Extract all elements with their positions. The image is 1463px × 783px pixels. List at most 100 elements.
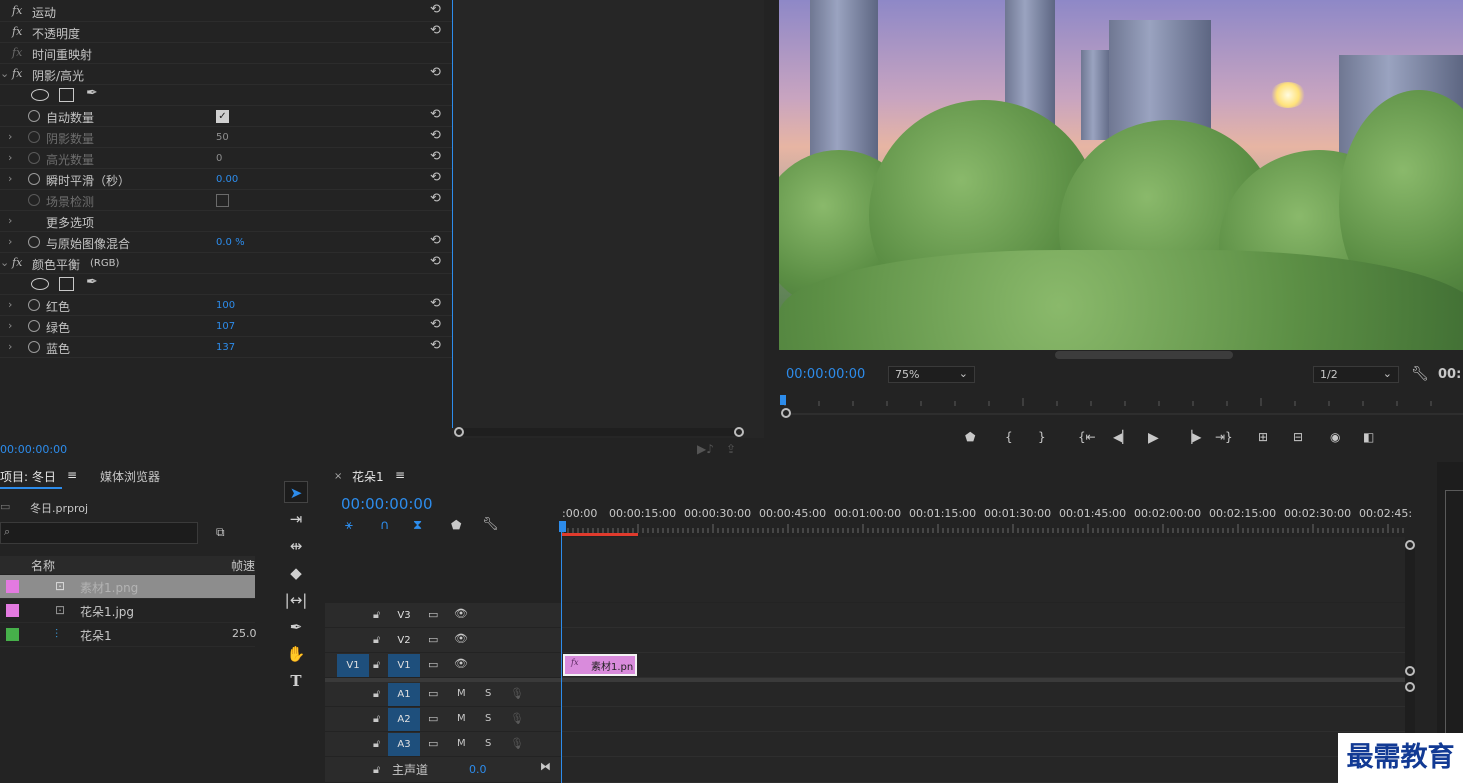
param-value[interactable]: 107 [216,321,235,332]
reset-icon[interactable]: ⟲ [430,149,441,164]
lock-icon[interactable]: 🔓︎ [373,712,380,726]
master-volume-value[interactable]: 0.0 [469,763,487,776]
fx-badge[interactable]: fx [12,46,22,59]
fx-color-balance[interactable]: ⌄ fx 颜色平衡 (RGB) ⟲ [0,253,452,274]
reset-icon[interactable]: ⟲ [430,107,441,122]
timeline-clip[interactable]: fx 素材1.pn [563,654,637,676]
hand-tool-icon[interactable]: ✋ [284,643,308,665]
project-item[interactable]: ⊡ 素材1.png [0,575,255,599]
program-ruler[interactable] [779,395,1463,418]
stopwatch-icon[interactable] [28,173,40,185]
ruler-handle[interactable] [781,408,791,418]
fx-shadow-highlight[interactable]: ⌄ fx 阴影/高光 ⟲ [0,64,452,85]
lock-icon[interactable]: 🔓︎ [373,737,380,751]
new-bin-search-icon[interactable]: ⧉ [216,525,225,540]
effect-playhead[interactable] [452,0,453,428]
mute-button[interactable]: M [457,738,466,749]
col-name[interactable]: 名称 [31,557,55,574]
project-item[interactable]: ⊡ 花朵1.jpg [0,599,255,623]
stopwatch-icon[interactable] [28,110,40,122]
chevron-right-icon[interactable]: › [8,214,12,227]
timeline-timecode[interactable]: 00:00:00:00 [341,495,433,513]
master-expand-icon[interactable]: ⧓ [540,760,551,773]
pen-mask-icon[interactable]: ✒ [86,274,98,290]
track-lane-v1[interactable] [561,653,1405,678]
type-tool-icon[interactable]: T [284,670,308,692]
label-swatch[interactable] [6,628,19,641]
source-patch-v1[interactable]: V1 [337,654,369,677]
track-target-v2[interactable]: V2 [388,629,420,652]
extract-icon[interactable]: ⊟ [1293,430,1303,444]
track-target-a1[interactable]: A1 [388,683,420,706]
stopwatch-icon[interactable] [28,236,40,248]
project-tab-menu[interactable]: ≡ [67,468,77,482]
scene-detect-checkbox[interactable] [216,194,229,207]
toggle-sync-icon[interactable]: ▭ [428,658,438,671]
mark-out-icon[interactable]: } [1038,430,1046,444]
fx-badge[interactable]: fx [12,4,22,17]
lock-icon[interactable]: 🔓︎ [373,633,380,647]
rectangle-mask-icon[interactable] [59,277,74,291]
settings-wrench-icon[interactable]: 🔧︎ [482,517,499,532]
project-search-input[interactable]: ⌕ [0,522,198,544]
track-target-a2[interactable]: A2 [388,708,420,731]
lock-icon[interactable]: 🔓︎ [373,687,380,701]
zoom-dropdown[interactable]: 75% ⌄ [888,366,975,383]
reset-icon[interactable]: ⟲ [430,338,441,353]
project-item[interactable]: ⫶ 花朵1 25.0 [0,623,257,647]
close-icon[interactable]: × [334,471,342,482]
param-value[interactable]: 0.00 [216,174,238,185]
effect-mini-timeline[interactable] [452,0,764,438]
scroll-handle-top[interactable] [1405,540,1415,550]
snap-icon[interactable]: ∩ [380,518,390,533]
stopwatch-icon[interactable] [28,131,40,143]
solo-button[interactable]: S [485,738,491,749]
auto-amount-checkbox[interactable]: ✓ [216,110,229,123]
go-to-in-icon[interactable]: {⇤ [1078,430,1096,444]
track-lane-v3[interactable] [561,603,1405,628]
effect-zoom-scrollbar[interactable] [454,427,744,437]
col-rate[interactable]: 帧速 [231,557,255,574]
razor-tool-icon[interactable]: ◆ [284,562,308,584]
reset-icon[interactable]: ⟲ [430,23,441,38]
play-icon[interactable]: ▶ [1148,430,1159,446]
chevron-right-icon[interactable]: › [8,235,12,248]
track-target-v3[interactable]: V3 [388,604,420,627]
pen-mask-icon[interactable]: ✒ [86,85,98,101]
scroll-handle-left[interactable] [454,427,464,437]
eye-icon[interactable]: 👁︎ [454,632,468,645]
mute-button[interactable]: M [457,713,466,724]
fx-opacity[interactable]: fx 不透明度 ⟲ [0,22,452,43]
export-icon[interactable]: ⇪ [726,442,736,456]
track-target-v1[interactable]: V1 [388,654,420,677]
ellipse-mask-icon[interactable] [31,278,49,290]
program-playhead[interactable] [780,395,786,405]
eye-icon[interactable]: 👁︎ [454,607,468,620]
program-timecode[interactable]: 00:00:00:00 [786,367,865,382]
stopwatch-icon[interactable] [28,152,40,164]
chevron-right-icon[interactable]: › [8,172,12,185]
toggle-sync-icon[interactable]: ▭ [428,608,438,621]
go-to-out-icon[interactable]: ⇥} [1215,430,1233,444]
solo-button[interactable]: S [485,713,491,724]
fx-badge[interactable]: fx [12,25,22,38]
step-forward-icon[interactable]: ▕▶ [1183,430,1201,444]
scroll-handle-audio[interactable] [1405,682,1415,692]
effect-timecode[interactable]: 00:00:00:00 [0,443,67,456]
stopwatch-icon[interactable] [28,194,40,206]
microphone-icon[interactable]: 🎙︎ [510,712,524,725]
track-lane-a2[interactable] [561,707,1405,732]
reset-icon[interactable]: ⟲ [430,296,441,311]
chevron-right-icon[interactable]: › [8,319,12,332]
chevron-right-icon[interactable]: › [8,130,12,143]
lock-icon[interactable]: 🔓︎ [373,763,380,777]
toggle-sync-icon[interactable]: ▭ [428,712,438,725]
step-back-icon[interactable]: ◀▏ [1113,430,1131,444]
monitor-hscrollbar[interactable] [1055,351,1233,359]
microphone-icon[interactable]: 🎙︎ [510,737,524,750]
lift-icon[interactable]: ⊞ [1258,430,1268,444]
pen-tool-icon[interactable]: ✒ [284,616,308,638]
fx-time-remap[interactable]: fx 时间重映射 [0,43,452,64]
camera-icon[interactable]: ◉ [1330,430,1340,444]
chevron-right-icon[interactable]: › [8,340,12,353]
